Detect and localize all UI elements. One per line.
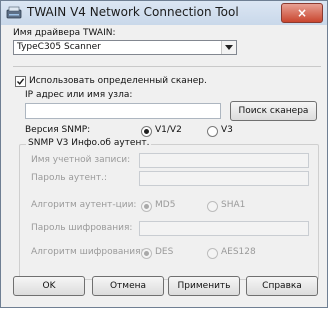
help-button[interactable]: Справка (246, 276, 318, 296)
use-specific-scanner-label[interactable]: Использовать определенный сканер. (29, 76, 207, 86)
chevron-down-icon (225, 45, 233, 50)
radio-selected-dot (144, 251, 149, 256)
radio-selected-dot (144, 129, 149, 134)
separator (13, 66, 321, 67)
auth-algorithm-label: Алгоритм аутент-ции: (31, 200, 137, 210)
enc-des-radio[interactable] (141, 248, 152, 259)
radio-selected-dot (144, 204, 149, 209)
ip-address-input[interactable] (25, 103, 221, 119)
account-name-input[interactable] (139, 153, 309, 168)
dialog-window: TWAIN V4 Network Connection Tool × Имя д… (0, 0, 328, 308)
auth-md5-label[interactable]: MD5 (155, 200, 175, 210)
driver-select[interactable]: TypeC305 Scanner (13, 40, 237, 55)
encryption-password-label: Пароль шифрования: (31, 223, 133, 233)
enc-aes128-label[interactable]: AES128 (221, 247, 256, 257)
snmp-v3-radio[interactable] (207, 126, 218, 137)
auth-md5-radio[interactable] (141, 201, 152, 212)
auth-password-input[interactable] (139, 171, 309, 186)
title-bar[interactable]: TWAIN V4 Network Connection Tool × (1, 1, 327, 26)
scanner-app-icon (6, 5, 22, 21)
driver-select-value: TypeC305 Scanner (17, 42, 101, 52)
close-button[interactable]: × (281, 3, 323, 23)
window-title: TWAIN V4 Network Connection Tool (27, 5, 239, 19)
cancel-button[interactable]: Отмена (92, 276, 164, 296)
snmp-v1v2-label[interactable]: V1/V2 (155, 125, 182, 135)
snmp-v3-label[interactable]: V3 (221, 125, 233, 135)
snmp-v1v2-radio[interactable] (141, 126, 152, 137)
ip-address-label: IP адрес или имя узла: (25, 90, 133, 100)
snmp-v3-group-legend: SNMP V3 Инфо.об аутент. (26, 138, 152, 148)
enc-des-label[interactable]: DES (155, 247, 173, 257)
encryption-algorithm-label: Алгоритм шифрования: (31, 247, 144, 257)
ok-button[interactable]: OK (13, 276, 85, 296)
use-specific-scanner-checkbox[interactable] (15, 76, 26, 87)
checkmark-icon (16, 78, 25, 85)
dropdown-arrow[interactable] (221, 41, 236, 54)
driver-name-label: Имя драйвера TWAIN: (13, 28, 116, 38)
search-scanner-button[interactable]: Поиск сканера (230, 101, 317, 121)
auth-sha1-label[interactable]: SHA1 (221, 200, 245, 210)
account-name-label: Имя учетной записи: (31, 155, 131, 165)
apply-button[interactable]: Применить (168, 276, 240, 296)
close-icon: × (296, 6, 308, 20)
encryption-password-input[interactable] (139, 221, 309, 236)
enc-aes128-radio[interactable] (207, 248, 218, 259)
auth-password-label: Пароль аутент.: (31, 173, 108, 183)
dialog-content: Имя драйвера TWAIN: TypeC305 Scanner Исп… (1, 25, 327, 307)
auth-sha1-radio[interactable] (207, 201, 218, 212)
snmp-version-label: Версия SNMP: (25, 125, 91, 135)
